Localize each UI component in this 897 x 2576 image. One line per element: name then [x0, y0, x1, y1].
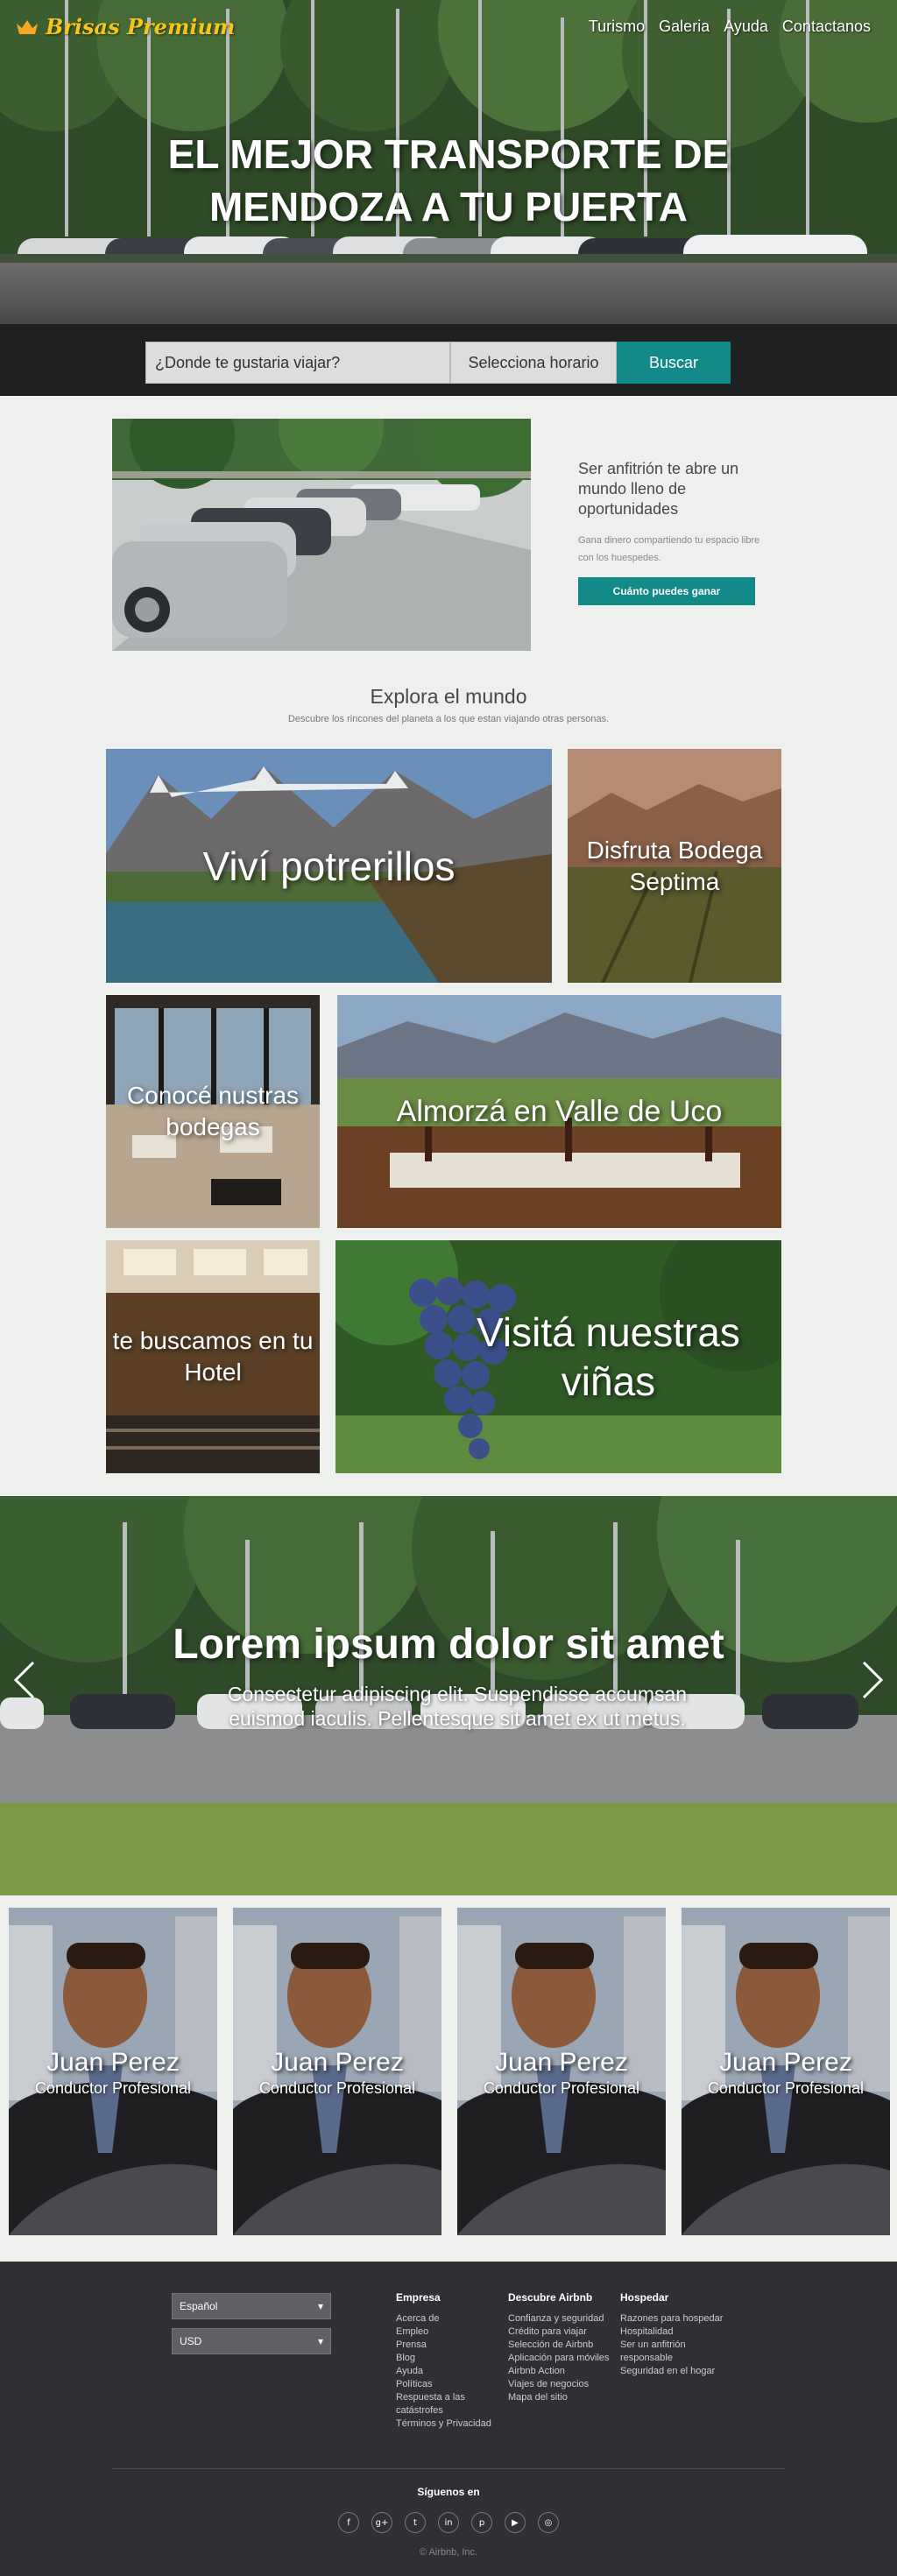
destination-tile-hotel[interactable]: te buscamos en tu Hotel: [106, 1240, 320, 1473]
brand-name: Brisas Premium: [46, 14, 236, 39]
footer-link[interactable]: Airbnb Action: [508, 2365, 613, 2378]
destination-tile-bodega-septima[interactable]: Disfruta Bodega Septima: [568, 749, 781, 983]
footer-link[interactable]: Empleo: [396, 2325, 501, 2339]
footer-link[interactable]: responsable: [620, 2352, 725, 2365]
twitter-icon[interactable]: t: [405, 2512, 426, 2533]
driver-card[interactable]: Juan Perez Conductor Profesional: [9, 1908, 217, 2235]
hero-carousel: Lorem ipsum dolor sit amet Consectetur a…: [0, 1496, 897, 1895]
tile-label: te buscamos en tu Hotel: [112, 1327, 314, 1386]
hero-title-line-1: EL MEJOR TRANSPORTE DE: [167, 131, 730, 177]
destination-tile-vinas[interactable]: Visitá nuestras viñas: [335, 1240, 781, 1473]
nav-link-contactanos[interactable]: Contactanos: [782, 18, 871, 36]
road-strip: [0, 263, 897, 324]
hero-title: EL MEJOR TRANSPORTE DE MENDOZA A TU PUER…: [0, 128, 897, 233]
footer-column-descubre: Descubre Airbnb Confianza y seguridad Cr…: [508, 2291, 613, 2404]
footer-column-title: Empresa: [396, 2291, 441, 2304]
driver-name: Juan Perez: [271, 2048, 404, 2077]
tile-label: Almorzá en Valle de Uco: [396, 1095, 723, 1128]
destination-tile-bodegas[interactable]: Conocé nustras bodegas: [106, 995, 320, 1228]
footer-column-empresa: Empresa Acerca de Empleo Prensa Blog Ayu…: [396, 2291, 501, 2431]
search-button[interactable]: Buscar: [617, 342, 731, 384]
carousel-text: Consectetur adipiscing elit. Suspendisse…: [227, 1683, 688, 1730]
hero-section: Brisas Premium Turismo Galeria Ayuda Con…: [0, 0, 897, 396]
carousel-title: Lorem ipsum dolor sit amet: [173, 1621, 724, 1668]
pinterest-icon[interactable]: p: [471, 2512, 492, 2533]
earnings-button[interactable]: Cuánto puedes ganar: [578, 577, 755, 605]
footer-link[interactable]: catástrofes: [396, 2404, 501, 2417]
footer-link[interactable]: Términos y Privacidad: [396, 2417, 501, 2431]
top-navigation: Turismo Galeria Ayuda Contactanos: [589, 18, 871, 36]
footer: Español ▾ USD ▾ Empresa Acerca de Empleo…: [0, 2262, 897, 2576]
footer-link[interactable]: Prensa: [396, 2339, 501, 2352]
footer-column-hospedar: Hospedar Razones para hospedar Hospitali…: [620, 2291, 725, 2378]
facebook-icon[interactable]: f: [338, 2512, 359, 2533]
destination-tile-potrerillos[interactable]: Viví potrerillos: [106, 749, 552, 983]
nav-link-galeria[interactable]: Galeria: [659, 18, 710, 36]
linkedin-icon[interactable]: in: [438, 2512, 459, 2533]
footer-link[interactable]: Ayuda: [396, 2365, 501, 2378]
destination-search-input[interactable]: [145, 342, 450, 384]
brand-logo[interactable]: Brisas Premium: [16, 14, 235, 39]
hero-title-line-2: MENDOZA A TU PUERTA: [208, 184, 688, 229]
driver-card[interactable]: Juan Perez Conductor Profesional: [457, 1908, 666, 2235]
explore-subtitle: Descubre los rincones del planeta a los …: [287, 714, 610, 724]
copyright: © Airbnb, Inc.: [419, 2547, 478, 2558]
host-title: Ser anfitrión te abre un mundo lleno de …: [578, 460, 739, 518]
tile-label: Viví potrerillos: [202, 843, 456, 889]
footer-link[interactable]: Selección de Airbnb: [508, 2339, 613, 2352]
tile-label: Visitá nuestras viñas: [477, 1309, 740, 1404]
search-bar: Selecciona horario Buscar: [145, 342, 731, 384]
driver-card[interactable]: Juan Perez Conductor Profesional: [682, 1908, 890, 2235]
footer-link[interactable]: Viajes de negocios: [508, 2378, 613, 2391]
footer-link[interactable]: Hospitalidad: [620, 2325, 725, 2339]
driver-name: Juan Perez: [719, 2048, 852, 2077]
footer-link[interactable]: Aplicación para móviles: [508, 2352, 613, 2365]
footer-column-title: Descubre Airbnb: [508, 2291, 593, 2304]
chevron-down-icon: ▾: [317, 2300, 323, 2312]
driver-card[interactable]: Juan Perez Conductor Profesional: [233, 1908, 441, 2235]
explore-title: Explora el mundo: [370, 685, 527, 708]
currency-value: USD: [180, 2335, 202, 2347]
footer-link[interactable]: Crédito para viajar: [508, 2325, 613, 2339]
footer-link[interactable]: Seguridad en el hogar: [620, 2365, 725, 2378]
driver-role: Conductor Profesional: [483, 2079, 640, 2097]
tile-label: Disfruta Bodega Septima: [586, 836, 763, 895]
footer-link[interactable]: Ser un anfitrión: [620, 2339, 725, 2352]
footer-column-title: Hospedar: [620, 2291, 669, 2304]
host-promo-image: [112, 419, 531, 651]
currency-select[interactable]: USD ▾: [172, 2328, 331, 2354]
footer-link[interactable]: Blog: [396, 2352, 501, 2365]
footer-link[interactable]: Mapa del sitio: [508, 2391, 613, 2404]
driver-role: Conductor Profesional: [34, 2079, 192, 2097]
destination-tile-valle-de-uco[interactable]: Almorzá en Valle de Uco: [337, 995, 781, 1228]
crown-icon: [17, 19, 38, 34]
language-value: Español: [180, 2300, 218, 2312]
driver-role: Conductor Profesional: [707, 2079, 865, 2097]
google-plus-icon[interactable]: g+: [371, 2512, 392, 2533]
instagram-icon[interactable]: ◎: [538, 2512, 559, 2533]
youtube-icon[interactable]: ▶: [505, 2512, 526, 2533]
nav-link-turismo[interactable]: Turismo: [589, 18, 645, 36]
host-subtitle: Gana dinero compartiendo tu espacio libr…: [578, 535, 760, 563]
host-promo: Ser anfitrión te abre un mundo lleno de …: [578, 459, 762, 605]
footer-link[interactable]: Políticas: [396, 2378, 501, 2391]
footer-link[interactable]: Confianza y seguridad: [508, 2312, 613, 2325]
social-links: f g+ t in p ▶ ◎: [0, 2512, 897, 2533]
language-select[interactable]: Español ▾: [172, 2293, 331, 2319]
driver-name: Juan Perez: [46, 2048, 180, 2077]
driver-role: Conductor Profesional: [258, 2079, 416, 2097]
follow-us-label: Síguenos en: [417, 2486, 480, 2498]
footer-link[interactable]: Acerca de: [396, 2312, 501, 2325]
footer-divider: [112, 2468, 785, 2469]
chevron-down-icon: ▾: [317, 2335, 323, 2347]
nav-link-ayuda[interactable]: Ayuda: [724, 18, 768, 36]
footer-link[interactable]: Respuesta a las: [396, 2391, 501, 2404]
tile-label: Conocé nustras bodegas: [126, 1082, 300, 1140]
footer-link[interactable]: Razones para hospedar: [620, 2312, 725, 2325]
driver-name: Juan Perez: [495, 2048, 628, 2077]
schedule-select[interactable]: Selecciona horario: [450, 342, 617, 384]
